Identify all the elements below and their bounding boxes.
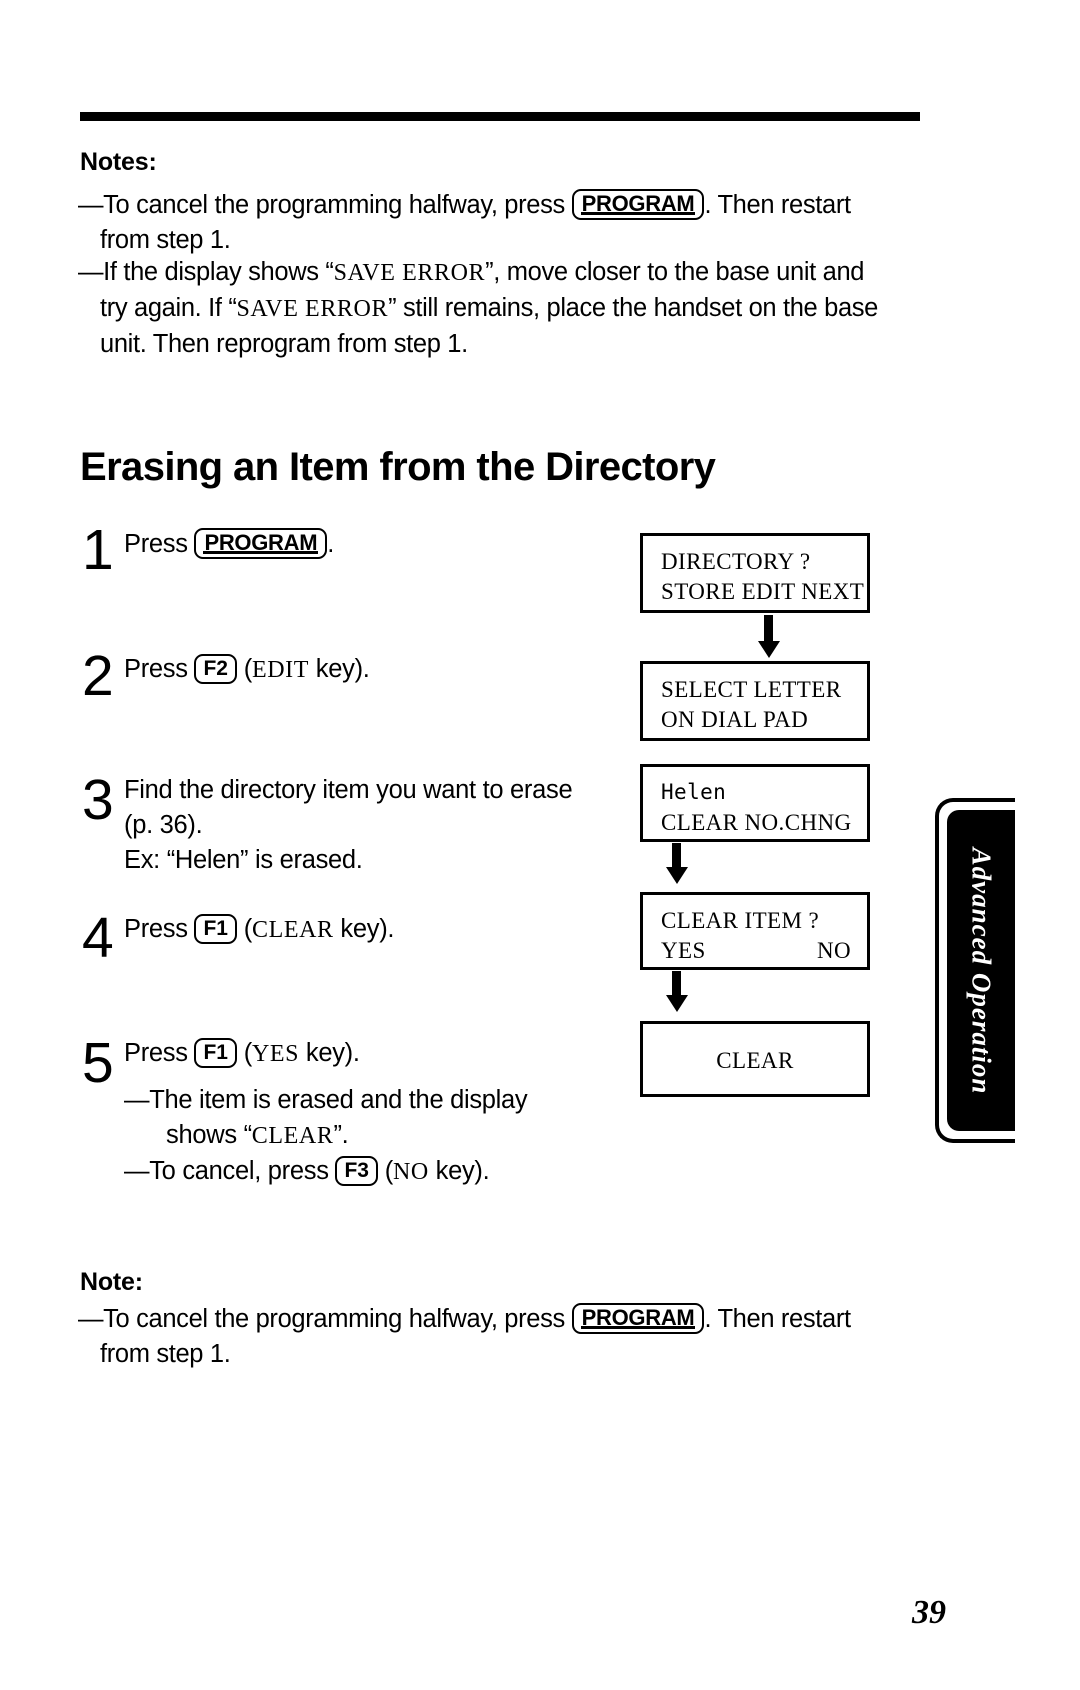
step4-mid: ( [236,915,253,943]
f2-key-label: F2 [194,654,237,684]
step5-sub-1: —The item is erased and the display show… [124,1083,644,1154]
step5-line-1: Press F1 (YES key). [124,1036,644,1072]
note-line-2: from step 1. [100,226,231,254]
display-helen-line-1: Helen [661,780,727,804]
flow-arrow-2 [672,843,681,869]
display-clear: CLEAR [640,1021,870,1097]
display-directory-line-2: STORE EDIT NEXT [661,579,865,604]
note-text-b: . Then restart [704,191,851,219]
display-clear-line-1: CLEAR [716,1048,794,1073]
step1-post: . [327,530,335,558]
note2-line2-b: ” still remains, place the handset on th… [388,294,879,322]
step-text-3: Find the directory item you want to eras… [124,773,644,878]
step5-post: key). [299,1039,360,1067]
bottom-note-line-2: from step 1. [100,1340,231,1368]
bottom-note-dash: — [78,1305,104,1333]
display-clear-item-softkey-yes: YES [661,938,706,963]
side-tab-advanced-operation: Advanced Operation [935,798,1015,1143]
bottom-note-text-b: . Then restart [704,1305,851,1333]
bottom-note-item: —To cancel the programming halfway, pres… [78,1302,918,1372]
program-key-step1: PROGRAM [194,528,328,559]
display-select-letter-line-1: SELECT LETTER [661,677,842,702]
note2-text-a: If the display shows “ [103,258,334,286]
display-helen-softkey-right: CHNG [784,810,852,835]
manual-page: Notes: —To cancel the programming halfwa… [0,0,1080,1690]
step5-sub1-dash: — [124,1086,150,1114]
display-helen: Helen CLEAR NO. CHNG [640,764,870,842]
note-item-2: —If the display shows “SAVE ERROR”, move… [78,255,928,362]
notes-heading: Notes: [80,148,157,176]
note2-line-2: try again. If “SAVE ERROR” still remains… [100,291,928,327]
f1-key-label-yes: F1 [194,1038,237,1068]
note-item-1: —To cancel the programming halfway, pres… [78,188,908,258]
yes-code: YES [251,1041,300,1067]
step4-pre: Press [124,915,195,943]
step-number-4: 4 [82,906,114,970]
display-clear-item: CLEAR ITEM ? YES NO [640,892,870,970]
step5-sub-2: —To cancel, press F3 (NO key). [124,1154,644,1190]
header-rule [80,112,920,121]
program-key-label: PROGRAM [571,189,705,220]
edit-code: EDIT [251,657,310,683]
flow-arrow-1 [764,615,773,643]
step-text-1: Press PROGRAM. [124,527,624,562]
display-helen-line-2: CLEAR NO. CHNG [661,810,851,836]
bottom-note-heading: Note: [80,1268,143,1296]
side-tab-fill: Advanced Operation [947,810,1015,1131]
step-text-5: Press F1 (YES key). —The item is erased … [124,1036,644,1190]
step5-sub1-line2-b: ”. [333,1121,349,1149]
page-number: 39 [912,1594,946,1631]
display-clear-item-softkey-no: NO [816,938,851,963]
f3-key-label: F3 [335,1156,378,1186]
step3-line-1: Find the directory item you want to eras… [124,776,573,804]
step5-spacer [124,1072,644,1083]
step5-sub1-line1: The item is erased and the display [149,1086,528,1114]
step2-pre: Press [124,655,195,683]
f1-key-label-clear: F1 [194,914,237,944]
step5-sub1-line2: shows “CLEAR”. [166,1118,644,1154]
note2-line2-a: try again. If “ [100,294,237,322]
step5-sub2-post: key). [428,1157,490,1185]
note-text-a: To cancel the programming halfway, press [103,191,572,219]
step3-line-3: Ex: “Helen” is erased. [124,846,363,874]
save-error-code-1: SAVE ERROR [333,260,486,286]
note2-dash: — [78,258,104,286]
step2-post: key). [309,655,370,683]
step3-line-2: (p. 36). [124,811,203,839]
display-select-letter: SELECT LETTER ON DIAL PAD [640,661,870,741]
display-select-letter-line-2: ON DIAL PAD [661,707,809,732]
note-dash: — [78,191,104,219]
page-title: Erasing an Item from the Directory [80,445,716,489]
step-number-2: 2 [82,644,114,708]
step-number-5: 5 [82,1031,114,1095]
step1-pre: Press [124,530,195,558]
clear-code-2: CLEAR [251,1123,334,1149]
clear-code: CLEAR [251,917,334,943]
flow-arrow-3 [672,971,681,997]
display-clear-item-line-2: YES NO [661,938,851,964]
note2-text-b: ”, move closer to the base unit and [485,258,865,286]
note2-line-3: unit. Then reprogram from step 1. [100,330,468,358]
bottom-note-text-a: To cancel the programming halfway, press [103,1305,572,1333]
step5-pre: Press [124,1039,195,1067]
step2-mid: ( [236,655,253,683]
step5-mid: ( [236,1039,253,1067]
display-directory-line-1: DIRECTORY ? [661,549,811,574]
step5-sub2-pre: To cancel, press [149,1157,336,1185]
display-clear-item-line-1: CLEAR ITEM ? [661,908,820,933]
side-tab-label: Advanced Operation [966,847,997,1094]
step-text-2: Press F2 (EDIT key). [124,652,624,688]
step5-sub1-line2-a: shows “ [166,1121,252,1149]
step5-sub2-mid: ( [377,1157,394,1185]
display-directory: DIRECTORY ? STORE EDIT NEXT [640,533,870,613]
no-code: NO [392,1159,429,1185]
save-error-code-2: SAVE ERROR [236,296,389,322]
step4-post: key). [333,915,395,943]
step-number-3: 3 [82,768,114,832]
step-number-1: 1 [82,518,114,582]
step5-sub2-dash: — [124,1157,150,1185]
display-helen-softkey-left: CLEAR NO. [661,810,785,835]
step-text-4: Press F1 (CLEAR key). [124,912,624,948]
program-key-bottom: PROGRAM [571,1303,705,1334]
